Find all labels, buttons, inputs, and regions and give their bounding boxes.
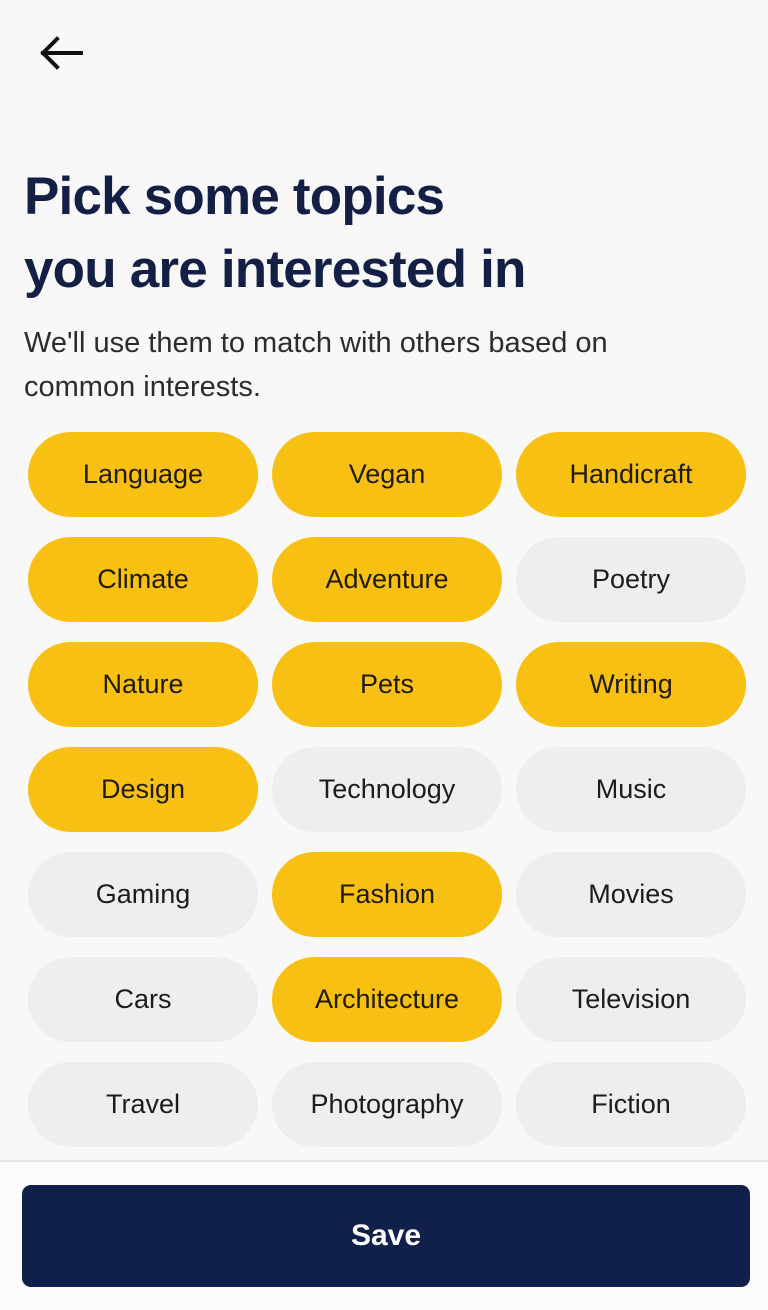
topic-chip[interactable]: Fiction [516,1062,746,1147]
topic-chip[interactable]: Architecture [272,957,502,1042]
arrow-left-icon [39,35,85,71]
topic-chip[interactable]: Gaming [28,852,258,937]
topic-chip[interactable]: Vegan [272,432,502,517]
topic-chip[interactable]: Music [516,747,746,832]
page-title: Pick some topics you are interested in [24,166,526,299]
topic-chip[interactable]: Language [28,432,258,517]
top-app-bar [0,0,768,100]
topic-chip[interactable]: Climate [28,537,258,622]
topic-chip[interactable]: Movies [516,852,746,937]
save-button[interactable]: Save [22,1185,750,1287]
topic-chip[interactable]: Television [516,957,746,1042]
topic-chip[interactable]: Travel [28,1062,258,1147]
topic-chip[interactable]: Technology [272,747,502,832]
topics-grid: Language Vegan Handicraft Climate Adventure P… [0,432,768,1147]
topic-picker-screen: Pick some topics you are interested in W… [0,0,768,1310]
topics-scroll-area[interactable]: Language Vegan Handicraft Climate Adventure P… [0,432,768,1160]
footer-bar: Save [0,1160,768,1310]
topic-chip[interactable]: Nature [28,642,258,727]
topic-chip[interactable]: Cars [28,957,258,1042]
topic-chip[interactable]: Adventure [272,537,502,622]
topic-chip[interactable]: Poetry [516,537,746,622]
topic-chip[interactable]: Handicraft [516,432,746,517]
topic-chip[interactable]: Writing [516,642,746,727]
page-subtitle: We'll use them to match with others base… [24,327,608,403]
back-button[interactable] [26,22,98,84]
topic-chip[interactable]: Pets [272,642,502,727]
topic-chip[interactable]: Design [28,747,258,832]
topic-chip[interactable]: Fashion [272,852,502,937]
topic-chip[interactable]: Photography [272,1062,502,1147]
